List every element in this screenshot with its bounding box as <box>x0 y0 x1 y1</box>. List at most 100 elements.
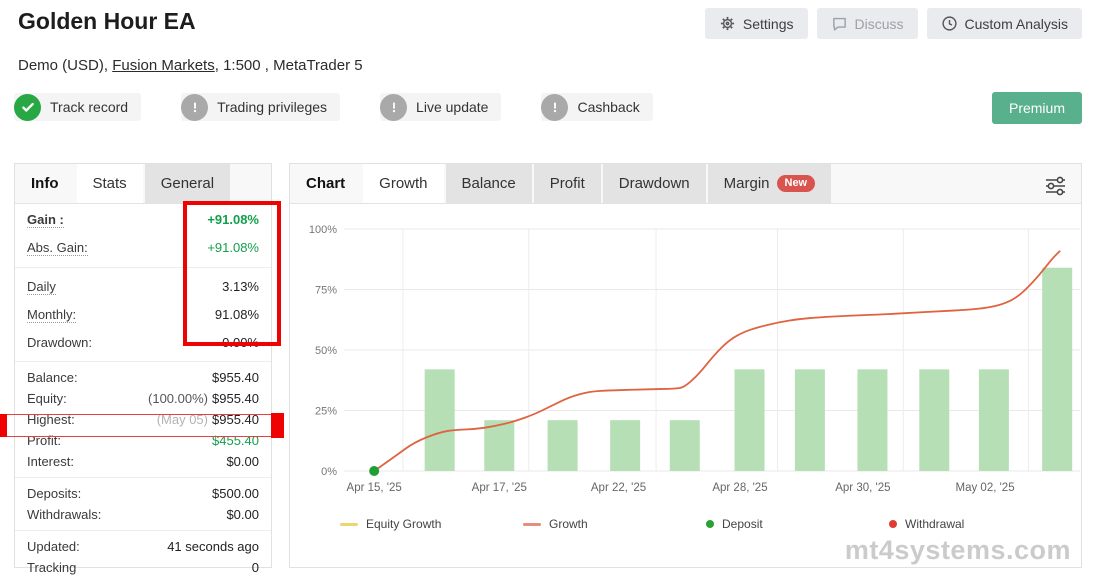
annotation-red-cap-left <box>0 414 7 437</box>
equity-growth-swatch <box>340 523 358 526</box>
row-value: $500.00 <box>212 486 259 501</box>
row-label: Equity: <box>27 391 67 406</box>
row-label: Interest: <box>27 454 74 469</box>
table-row: Gain : +91.08% <box>15 206 271 234</box>
info-group: Daily3.13%Monthly:91.08%Drawdown:0.00% <box>15 267 271 358</box>
settings-button[interactable]: Settings <box>705 8 808 39</box>
tab-label: Growth <box>379 175 427 192</box>
deposit-marker <box>369 466 379 476</box>
row-label: Highest: <box>27 412 75 427</box>
growth-bar <box>795 369 825 471</box>
watermark: mt4systems.com <box>845 535 1071 566</box>
row-value: (May 05)$955.40 <box>157 412 259 427</box>
annotation-red-cap-right <box>271 413 284 438</box>
account-subtitle: Demo (USD), Fusion Markets, 1:500 , Meta… <box>18 57 363 74</box>
legend-item-equity-growth: Equity Growth <box>340 517 523 531</box>
info-group: Gain : +91.08% Abs. Gain: +91.08% <box>15 204 271 264</box>
info-group: Deposits: $500.00 Withdrawals: $0.00 <box>15 477 271 527</box>
chart-tab-profit[interactable]: Profit <box>534 164 601 203</box>
table-row: Updated:41 seconds ago <box>15 536 271 557</box>
row-label: Updated: <box>27 539 80 554</box>
row-value: (100.00%)$955.40 <box>148 391 259 406</box>
growth-bar <box>857 369 887 471</box>
broker-link[interactable]: Fusion Markets <box>112 57 215 74</box>
premium-button[interactable]: Premium <box>992 92 1082 124</box>
growth-bar <box>548 420 578 471</box>
row-label: Profit: <box>27 433 61 448</box>
tab-label: Profit <box>550 175 585 192</box>
badge-label: Trading privileges <box>217 99 327 115</box>
table-row: Interest:$0.00 <box>15 451 271 472</box>
row-label: Deposits: <box>27 486 81 501</box>
row-value: 3.13% <box>222 279 259 294</box>
growth-bar <box>670 420 700 471</box>
chart-tab-balance[interactable]: Balance <box>446 164 532 203</box>
withdrawal-swatch <box>889 520 897 528</box>
badge-label: Cashback <box>577 99 639 115</box>
row-value: $0.00 <box>226 507 259 522</box>
account-type: Demo (USD), <box>18 57 112 74</box>
row-value: 91.08% <box>215 307 259 322</box>
legend-label: Equity Growth <box>366 517 441 531</box>
tab-label: Stats <box>93 175 127 192</box>
info-group: Updated:41 seconds ago Tracking 0 <box>15 530 271 575</box>
tab-label: Chart <box>306 175 345 192</box>
x-axis-tick: May 02, '25 <box>956 482 1015 494</box>
row-value: +91.08% <box>207 212 259 227</box>
row-value: 0.00% <box>222 335 259 350</box>
gear-icon <box>719 15 736 32</box>
y-axis-tick: 25% <box>315 406 337 418</box>
legend-item-withdrawal: Withdrawal <box>889 517 1072 531</box>
filter-sliders-icon[interactable] <box>1040 171 1071 204</box>
tab-label: Info <box>31 175 59 192</box>
exclamation-icon <box>380 94 407 121</box>
chart-tab-growth[interactable]: Growth <box>363 164 443 203</box>
y-axis-tick: 100% <box>309 224 337 236</box>
table-row: Withdrawals: $0.00 <box>15 504 271 525</box>
row-value: +91.08% <box>207 240 259 255</box>
discuss-icon <box>831 15 848 32</box>
info-tab-stats[interactable]: Stats <box>77 164 143 203</box>
legend-label: Deposit <box>722 517 763 531</box>
table-row: Monthly: 91.08% <box>15 301 271 329</box>
growth-bar <box>610 420 640 471</box>
info-group: Balance:$955.40 Equity: (100.00%)$955.40 Hi… <box>15 361 271 474</box>
y-axis-tick: 75% <box>315 285 337 297</box>
badge-track-record: Track record <box>14 93 141 121</box>
page-title: Golden Hour EA <box>18 8 196 35</box>
tab-label: Drawdown <box>619 175 690 192</box>
row-label: Abs. Gain: <box>27 240 88 256</box>
chart-tab-drawdown[interactable]: Drawdown <box>603 164 706 203</box>
table-row: Equity: (100.00%)$955.40 <box>15 388 271 409</box>
table-row: Balance:$955.40 <box>15 367 271 388</box>
account-meta: , 1:500 , MetaTrader 5 <box>215 57 363 74</box>
row-value: 0 <box>252 560 259 575</box>
row-label: Tracking <box>27 560 76 575</box>
exclamation-icon <box>181 94 208 121</box>
legend-item-deposit: Deposit <box>706 517 889 531</box>
row-label: Gain : <box>27 212 64 228</box>
growth-bar <box>979 369 1009 471</box>
row-label: Daily <box>27 279 56 295</box>
info-panel: InfoStatsGeneral Gain :+91.08%Abs. Gain:… <box>14 163 272 568</box>
info-tab-general[interactable]: General <box>145 164 230 203</box>
growth-chart[interactable]: 0%25%50%75%100%Apr 15, '25Apr 17, '25Apr… <box>290 204 1081 506</box>
badge-label: Track record <box>50 99 128 115</box>
chart-tab-margin[interactable]: Margin New <box>708 164 831 203</box>
new-badge: New <box>777 175 816 192</box>
table-row: Abs. Gain: +91.08% <box>15 234 271 262</box>
info-tab-info[interactable]: Info <box>15 164 75 203</box>
info-tabstrip: Info Stats General <box>15 164 271 204</box>
row-label: Withdrawals: <box>27 507 101 522</box>
x-axis-tick: Apr 28, '25 <box>712 482 767 494</box>
clock-icon <box>941 15 958 32</box>
custom-analysis-button[interactable]: Custom Analysis <box>927 8 1082 39</box>
legend-label: Withdrawal <box>905 517 964 531</box>
y-axis-tick: 50% <box>315 345 337 357</box>
chart-tab-chart[interactable]: Chart <box>290 164 361 203</box>
discuss-button[interactable]: Discuss <box>817 8 918 39</box>
tab-label: Margin <box>724 175 770 192</box>
row-label: Monthly: <box>27 307 76 323</box>
button-label: Settings <box>743 16 794 32</box>
table-row: Tracking 0 <box>15 557 271 575</box>
